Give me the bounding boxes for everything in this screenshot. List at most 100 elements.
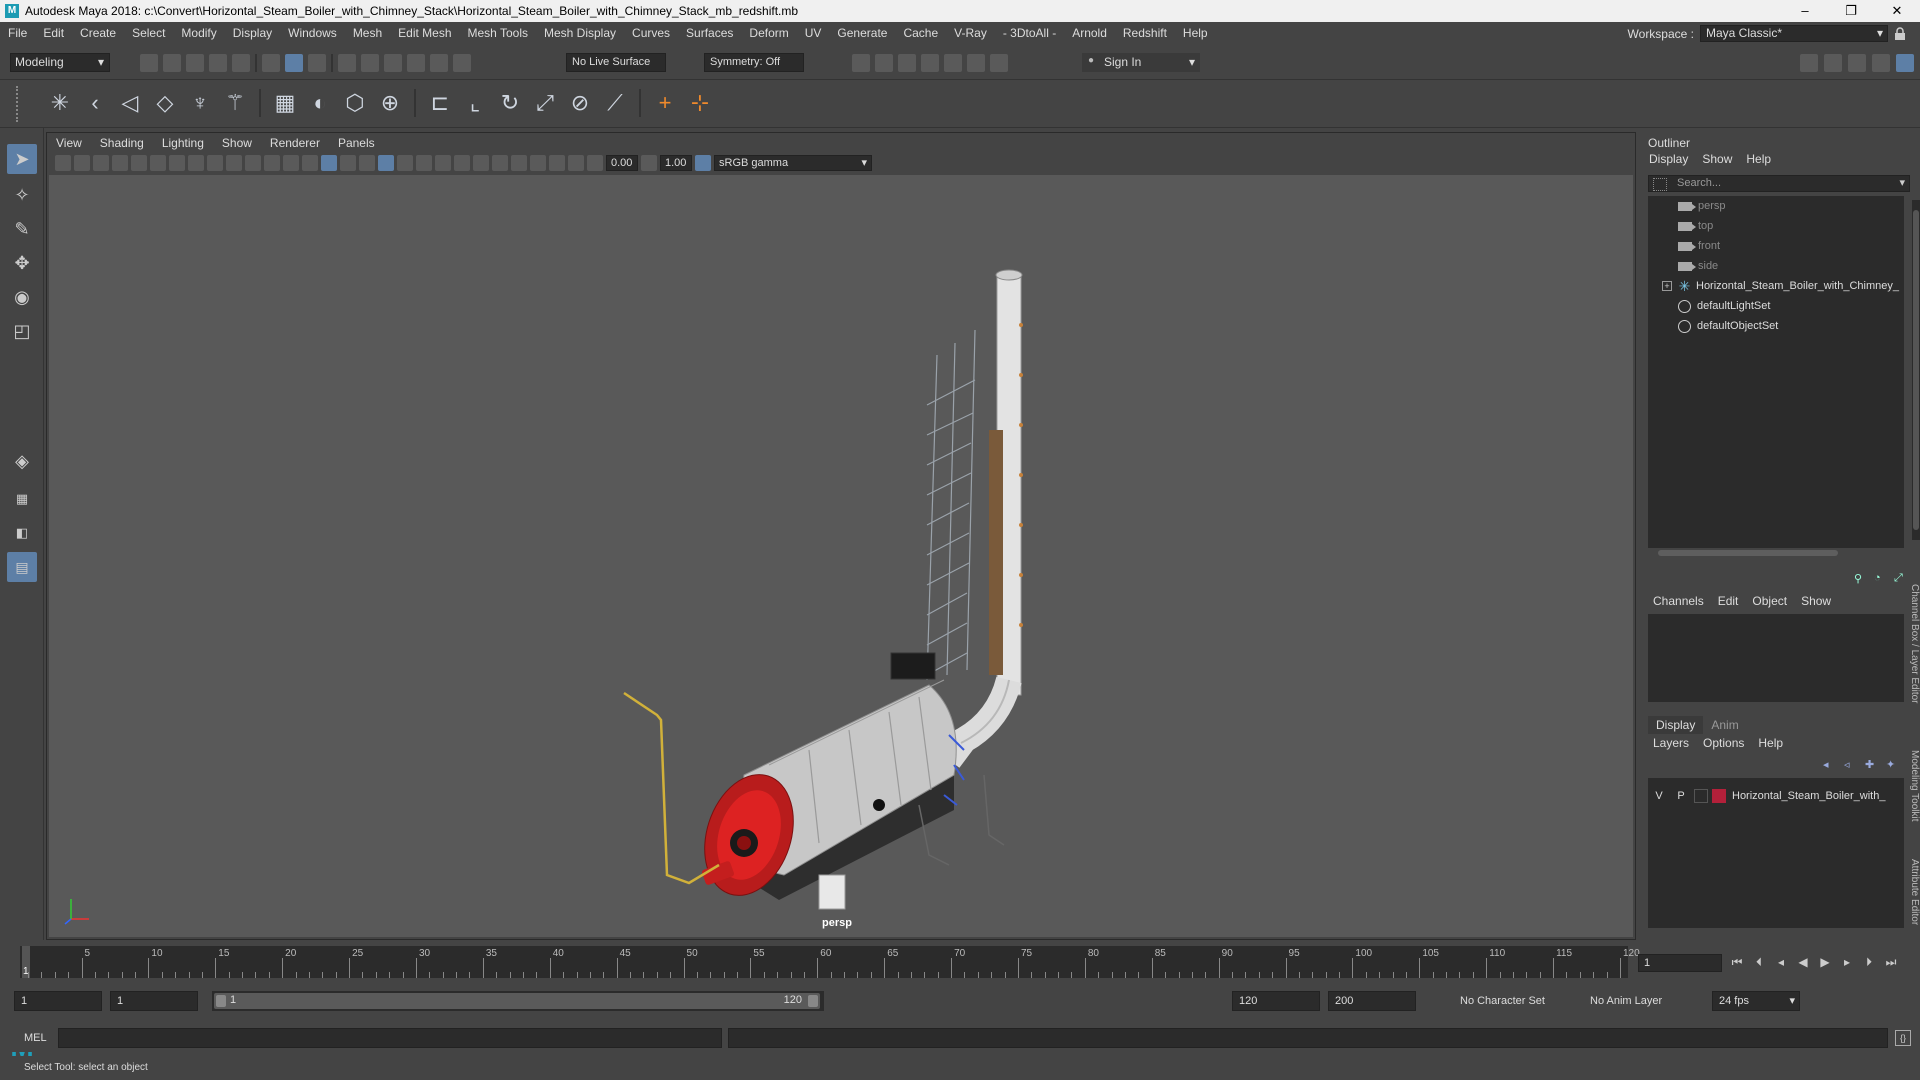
- skeleton-icon[interactable]: ⚚: [221, 89, 249, 117]
- select-camera-icon[interactable]: [55, 155, 71, 171]
- shadows-icon[interactable]: [416, 155, 432, 171]
- paint-weights-icon[interactable]: ◐: [306, 89, 334, 117]
- cb-menu-channels[interactable]: Channels: [1646, 594, 1711, 608]
- outliner-item-top[interactable]: top: [1648, 216, 1904, 236]
- command-language-label[interactable]: MEL: [24, 1032, 47, 1044]
- layer-display-type[interactable]: [1694, 789, 1708, 803]
- image-plane-icon[interactable]: [112, 155, 128, 171]
- menu-display[interactable]: Display: [225, 26, 280, 40]
- cb-menu-edit[interactable]: Edit: [1711, 594, 1746, 608]
- camera-attr-icon[interactable]: [74, 155, 90, 171]
- side-tab-attribute-editor[interactable]: Attribute Editor: [1902, 848, 1920, 936]
- constraint-orient-icon[interactable]: ↻: [496, 89, 524, 117]
- xray-icon[interactable]: [530, 155, 546, 171]
- menu-windows[interactable]: Windows: [280, 26, 345, 40]
- snap-surface-icon[interactable]: [430, 54, 448, 72]
- menu-select[interactable]: Select: [124, 26, 173, 40]
- lasso-tool-icon[interactable]: ✧: [7, 180, 37, 210]
- scale-tool-icon[interactable]: ◰: [7, 316, 37, 346]
- play-backward-icon[interactable]: ◀: [1796, 954, 1810, 970]
- time-ruler[interactable]: 1 5 10 15 20 25 30 35 40 45 50 55 60 65 70 75 80 85 90 95 1…: [20, 946, 1640, 978]
- move-layer-down-icon[interactable]: ◃: [1844, 758, 1858, 771]
- color-management-icon[interactable]: [695, 155, 711, 171]
- character-controls-icon[interactable]: [1824, 54, 1842, 72]
- constraint-pole-icon[interactable]: ⟋: [601, 89, 629, 117]
- exposure-icon[interactable]: [587, 155, 603, 171]
- side-tab-channel-box[interactable]: Channel Box / Layer Editor: [1902, 574, 1920, 714]
- render-view-icon[interactable]: [967, 54, 985, 72]
- channel-box-area[interactable]: [1648, 614, 1904, 702]
- default-material-icon[interactable]: [340, 155, 356, 171]
- current-frame-field[interactable]: 1: [1638, 954, 1722, 972]
- snap-curve-icon[interactable]: [361, 54, 379, 72]
- range-thumb[interactable]: 1 120: [214, 993, 820, 1009]
- menu-curves[interactable]: Curves: [624, 26, 678, 40]
- layer-color-swatch[interactable]: [1712, 789, 1726, 803]
- outliner-menu-help[interactable]: Help: [1739, 152, 1778, 166]
- select-hierarchy-icon[interactable]: [262, 54, 280, 72]
- gamma-field[interactable]: 1.00: [660, 155, 692, 171]
- exposure-field[interactable]: 0.00: [606, 155, 638, 171]
- layout-two-panel-icon[interactable]: ◧: [7, 518, 37, 548]
- outliner-horizontal-scrollbar[interactable]: [1650, 548, 1900, 558]
- new-layer-selected-icon[interactable]: ✦: [1886, 758, 1900, 771]
- outliner-item-side[interactable]: side: [1648, 256, 1904, 276]
- hypershade-icon[interactable]: [944, 54, 962, 72]
- move-layer-up-icon[interactable]: ◂: [1823, 758, 1837, 771]
- snap-grid-icon[interactable]: [338, 54, 356, 72]
- locator-cross-icon[interactable]: ⊹: [686, 89, 714, 117]
- safe-action-icon[interactable]: [264, 155, 280, 171]
- layer-visibility-toggle[interactable]: V: [1648, 790, 1670, 802]
- menu-mesh-tools[interactable]: Mesh Tools: [460, 26, 536, 40]
- workspace-dropdown[interactable]: Maya Classic*: [1700, 25, 1888, 42]
- vp-menu-view[interactable]: View: [47, 136, 91, 150]
- save-scene-icon[interactable]: [186, 54, 204, 72]
- resolution-gate-icon[interactable]: [207, 155, 223, 171]
- select-object-icon[interactable]: [285, 54, 303, 72]
- outliner-search-input[interactable]: Search...: [1648, 175, 1910, 192]
- animation-start-field[interactable]: 1: [14, 991, 102, 1011]
- character-set-dropdown[interactable]: No Character Set: [1460, 995, 1545, 1007]
- live-surface-field[interactable]: No Live Surface: [566, 53, 666, 72]
- channel-box-icon[interactable]: [1896, 54, 1914, 72]
- outliner-menu-show[interactable]: Show: [1695, 152, 1739, 166]
- soft-select-icon[interactable]: ◈: [7, 446, 37, 476]
- menu-mesh-display[interactable]: Mesh Display: [536, 26, 624, 40]
- play-forward-icon[interactable]: ▶: [1818, 954, 1832, 970]
- le-menu-help[interactable]: Help: [1751, 736, 1790, 750]
- motion-blur-icon[interactable]: [454, 155, 470, 171]
- attribute-editor-icon[interactable]: [1848, 54, 1866, 72]
- screen-space-ao-icon[interactable]: [435, 155, 451, 171]
- fps-dropdown[interactable]: 24 fps: [1712, 991, 1800, 1011]
- maximize-button[interactable]: ❐: [1828, 0, 1874, 22]
- menu-mesh[interactable]: Mesh: [345, 26, 390, 40]
- rotate-tool-icon[interactable]: ◉: [7, 282, 37, 312]
- textured-icon[interactable]: [378, 155, 394, 171]
- render-sequence-icon[interactable]: [875, 54, 893, 72]
- constraint-point-icon[interactable]: ⌞: [461, 89, 489, 117]
- expand-icon[interactable]: +: [1662, 281, 1672, 291]
- le-menu-options[interactable]: Options: [1696, 736, 1751, 750]
- menu-surfaces[interactable]: Surfaces: [678, 26, 741, 40]
- paint-select-tool-icon[interactable]: ✎: [7, 214, 37, 244]
- redo-icon[interactable]: [232, 54, 250, 72]
- bind-skin-icon[interactable]: ▦: [271, 89, 299, 117]
- menu-3dtoall[interactable]: - 3DtoAll -: [995, 26, 1064, 40]
- render-frame-icon[interactable]: [852, 54, 870, 72]
- grid-icon[interactable]: [169, 155, 185, 171]
- go-to-end-icon[interactable]: ⏭: [1884, 954, 1898, 970]
- symmetry-dropdown[interactable]: Symmetry: Off: [704, 53, 804, 72]
- outliner-menu-display[interactable]: Display: [1642, 152, 1695, 166]
- new-layer-icon[interactable]: ✚: [1865, 758, 1879, 771]
- go-to-start-icon[interactable]: ⏮: [1730, 954, 1744, 970]
- outliner-item-default-object-set[interactable]: defaultObjectSet: [1648, 316, 1904, 336]
- menu-uv[interactable]: UV: [797, 26, 830, 40]
- cb-menu-show[interactable]: Show: [1794, 594, 1838, 608]
- xray-components-icon[interactable]: [568, 155, 584, 171]
- tool-settings-icon[interactable]: [1872, 54, 1890, 72]
- command-input[interactable]: [58, 1028, 722, 1048]
- use-all-lights-icon[interactable]: [397, 155, 413, 171]
- menu-modify[interactable]: Modify: [173, 26, 224, 40]
- move-tool-icon[interactable]: ✥: [7, 248, 37, 278]
- snap-view-icon[interactable]: [407, 54, 425, 72]
